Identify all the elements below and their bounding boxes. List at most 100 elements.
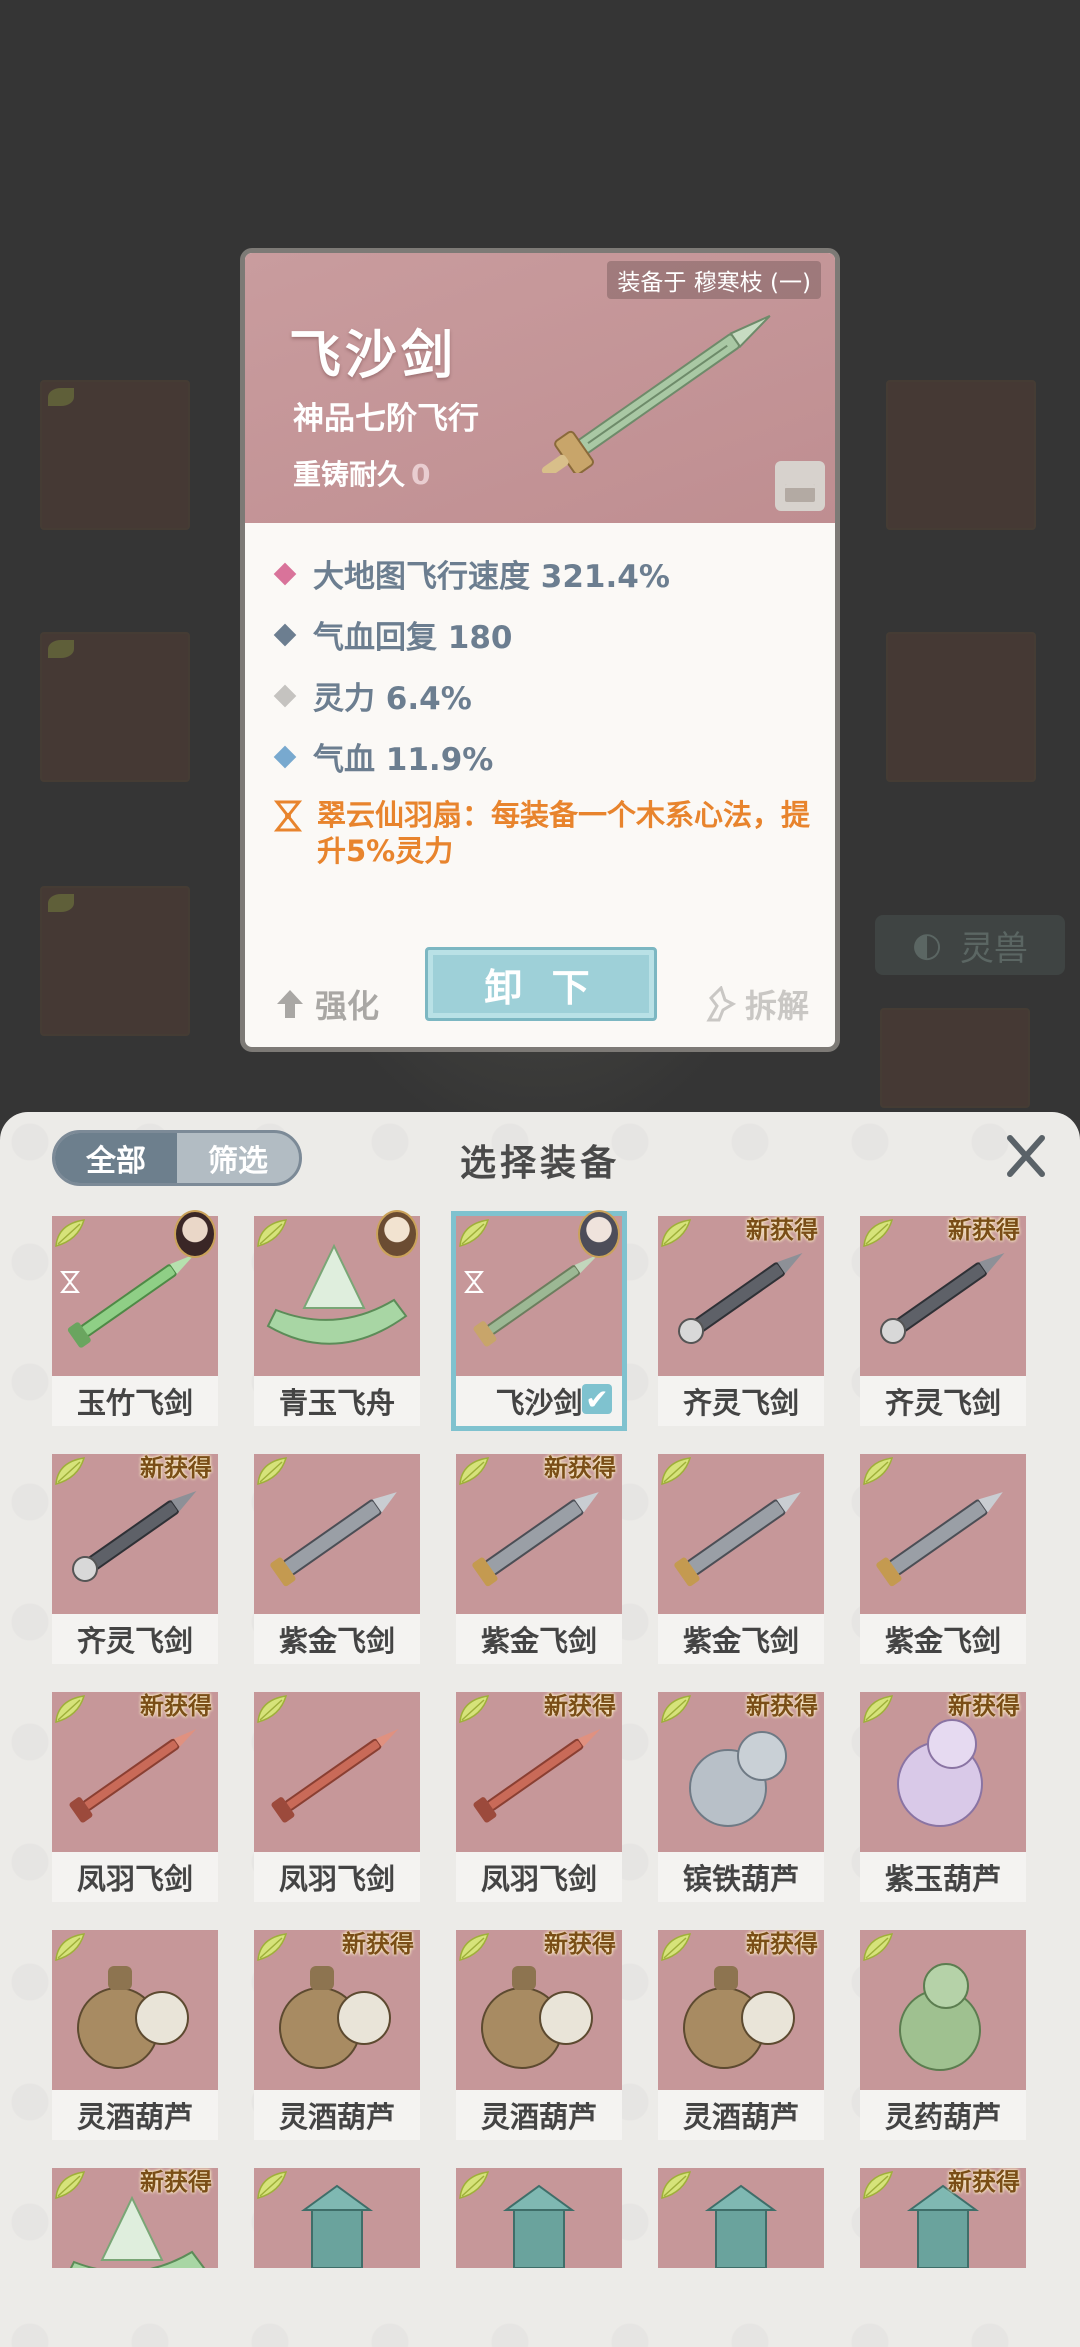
leaf-icon: [459, 1219, 490, 1248]
leaf-icon: [257, 1457, 288, 1486]
item-name-label: 紫金飞剑: [860, 1614, 1026, 1664]
new-badge: 新获得: [140, 2168, 212, 2196]
equipment-item[interactable]: 紫金飞剑: [658, 1454, 824, 1664]
item-grade: 神品七阶飞行: [293, 401, 479, 437]
equipment-detail-card: 装备于 穆寒枝 (一) 飞沙剑 神品七阶飞行 重铸耐久 0 大地图飞行速度 321…: [240, 248, 840, 1052]
item-art: [254, 1692, 420, 1852]
unequip-button[interactable]: 卸 下: [425, 947, 657, 1021]
leaf-icon: [863, 1695, 894, 1724]
equipment-item[interactable]: 新获得灵酒葫芦: [658, 1930, 824, 2140]
stat-list: 大地图飞行速度 321.4% 气血回复 180 灵力 6.4% 气血 11.9%…: [273, 543, 815, 869]
leaf-icon: [257, 1933, 288, 1962]
equipment-item[interactable]: 新获得凤羽飞剑: [52, 1692, 218, 1902]
equipment-item[interactable]: 新获得 紫玉葫芦: [860, 1692, 1026, 1902]
bg-equipment-slot: [40, 886, 190, 1036]
item-name-label: 灵酒葫芦: [254, 2090, 420, 2140]
item-name-label: 灵药葫芦: [860, 2090, 1026, 2140]
item-name-label: 灵酒葫芦: [658, 2090, 824, 2140]
bg-equipment-slot: [40, 380, 190, 530]
bg-equipment-slot: [880, 1008, 1030, 1108]
stat-diamond-icon: [273, 623, 297, 646]
bg-equipment-slot: [886, 380, 1036, 530]
leaf-icon: [257, 1695, 288, 1724]
item-name-label: 青玉飞舟: [254, 1376, 420, 1426]
leaf-icon: [459, 1933, 490, 1962]
set-bonus: 翠云仙羽扇：每装备一个木系心法，提升5%灵力: [273, 797, 815, 869]
sword-illustration: [541, 314, 771, 473]
equipment-item[interactable]: [254, 2168, 420, 2268]
item-name-label: 凤羽飞剑: [456, 1852, 622, 1902]
new-badge: 新获得: [746, 1930, 818, 1958]
equipment-item[interactable]: 新获得凤羽飞剑: [456, 1692, 622, 1902]
item-art: [254, 2168, 420, 2268]
card-actions: 强化 卸 下 拆解: [245, 947, 835, 1031]
leaf-icon: [863, 2171, 894, 2200]
new-badge: 新获得: [948, 1216, 1020, 1244]
equipment-item[interactable]: 新获得: [52, 2168, 218, 2268]
new-badge: 新获得: [544, 1454, 616, 1482]
equipment-item[interactable]: 新获得齐灵飞剑: [860, 1216, 1026, 1426]
beast-icon: ◐: [912, 925, 942, 965]
dismantle-icon: [706, 986, 737, 1022]
new-badge: 新获得: [544, 1930, 616, 1958]
close-icon[interactable]: [1002, 1132, 1050, 1180]
leaf-icon: [661, 2171, 692, 2200]
new-badge: 新获得: [140, 1454, 212, 1482]
equipment-item[interactable]: 灵酒葫芦: [52, 1930, 218, 2140]
leaf-icon: [55, 1219, 86, 1248]
lock-icon[interactable]: [775, 461, 825, 511]
leaf-icon: [55, 1457, 86, 1486]
leaf-icon: [257, 1219, 288, 1248]
enhance-button[interactable]: 强化: [275, 981, 379, 1027]
equipment-item[interactable]: 新获得紫金飞剑: [456, 1454, 622, 1664]
equipment-item[interactable]: 新获得 镔铁葫芦: [658, 1692, 824, 1902]
stat-row: 大地图飞行速度 321.4%: [273, 543, 815, 604]
new-badge: 新获得: [140, 1692, 212, 1720]
panel-title: 选择装备: [459, 1143, 620, 1184]
bg-equipment-slot: [886, 632, 1036, 782]
equipment-item[interactable]: [658, 2168, 824, 2268]
recast-durability: 重铸耐久 0: [293, 458, 431, 491]
leaf-icon: [55, 1933, 86, 1962]
equipment-item[interactable]: 飞沙剑 ✔: [451, 1210, 627, 1431]
arrow-up-icon: [277, 990, 303, 1018]
leaf-icon: [459, 1695, 490, 1724]
item-name-label: 齐灵飞剑: [52, 1614, 218, 1664]
equipment-item[interactable]: 玉竹飞剑: [52, 1210, 218, 1426]
new-badge: 新获得: [948, 1692, 1020, 1720]
equipment-item[interactable]: 灵药葫芦: [860, 1930, 1026, 2140]
item-name-label: 齐灵飞剑: [860, 1376, 1026, 1426]
item-name-label: 灵酒葫芦: [456, 2090, 622, 2140]
equipment-item[interactable]: 新获得: [860, 2168, 1026, 2268]
item-name-label: 镔铁葫芦: [658, 1852, 824, 1902]
stat-diamond-icon: [273, 745, 297, 768]
new-badge: 新获得: [746, 1216, 818, 1244]
equipment-item[interactable]: 新获得灵酒葫芦: [456, 1930, 622, 2140]
item-name-label: 凤羽飞剑: [52, 1852, 218, 1902]
item-art: [658, 1454, 824, 1614]
stat-row: 气血 11.9%: [273, 726, 815, 787]
equipment-grid: 玉竹飞剑 青玉飞舟 飞沙剑 ✔ 新获得 齐灵飞剑 新获得 齐灵飞剑 新获得 齐灵飞剑 紫金飞剑 新获得…: [52, 1210, 1032, 2268]
checkmark-icon: ✔: [582, 1383, 612, 1416]
new-badge: 新获得: [544, 1692, 616, 1720]
equipment-item[interactable]: 新获得 齐灵飞剑: [658, 1216, 824, 1426]
equipment-item[interactable]: 青玉飞舟: [254, 1210, 420, 1426]
equipment-item[interactable]: 新获得 灵酒葫芦: [254, 1930, 420, 2140]
owner-avatar: [578, 1210, 620, 1258]
leaf-icon: [661, 1933, 692, 1962]
item-name-label: 紫金飞剑: [456, 1614, 622, 1664]
item-art: [658, 2168, 824, 2268]
dismantle-button[interactable]: 拆解: [703, 981, 809, 1027]
equipment-item[interactable]: 新获得齐灵飞剑: [52, 1454, 218, 1664]
set-mark-icon: [60, 1271, 80, 1293]
leaf-icon: [661, 1219, 692, 1248]
equipment-item[interactable]: 凤羽飞剑: [254, 1692, 420, 1902]
leaf-icon: [257, 2171, 288, 2200]
equipment-item[interactable]: 紫金飞剑: [860, 1454, 1026, 1664]
set-bonus-icon: [273, 800, 303, 832]
leaf-icon: [55, 1695, 86, 1724]
leaf-icon: [55, 2171, 86, 2200]
equipment-item[interactable]: [456, 2168, 622, 2268]
equipment-item[interactable]: 紫金飞剑: [254, 1454, 420, 1664]
leaf-icon: [863, 1219, 894, 1248]
